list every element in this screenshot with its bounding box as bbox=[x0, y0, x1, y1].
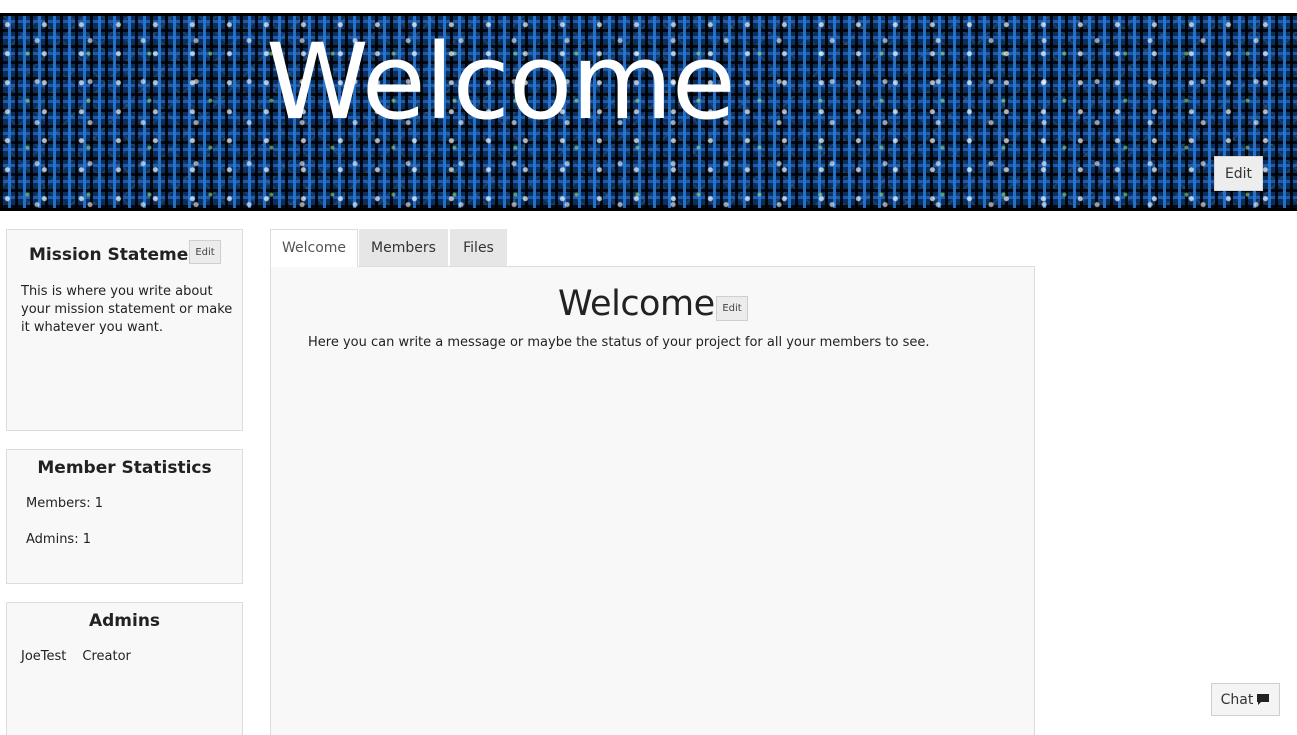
tab-members[interactable]: Members bbox=[359, 229, 448, 267]
header-banner: Welcome Edit bbox=[0, 13, 1297, 211]
mission-statement-text: This is where you write about your missi… bbox=[21, 284, 233, 335]
admin-list-item: JoeTest Creator bbox=[21, 648, 131, 666]
admins-count: Admins: 1 bbox=[26, 532, 91, 547]
tab-files[interactable]: Files bbox=[450, 229, 507, 267]
admins-panel: Admins JoeTest Creator bbox=[6, 602, 243, 735]
admin-name[interactable]: JoeTest bbox=[21, 648, 66, 666]
chat-label: Chat bbox=[1220, 691, 1254, 708]
chat-button[interactable]: Chat bbox=[1211, 683, 1280, 716]
members-count: Members: 1 bbox=[26, 496, 104, 511]
member-statistics-panel: Member Statistics Members: 1 Admins: 1 bbox=[6, 449, 243, 584]
mission-statement-title: Mission Statement bbox=[29, 245, 209, 265]
mission-edit-button[interactable]: Edit bbox=[189, 240, 221, 264]
welcome-title: Welcome bbox=[558, 284, 715, 324]
welcome-message: Here you can write a message or maybe th… bbox=[308, 335, 930, 350]
member-statistics-title: Member Statistics bbox=[37, 458, 212, 478]
admins-title: Admins bbox=[88, 611, 161, 631]
welcome-edit-button[interactable]: Edit bbox=[716, 296, 748, 321]
tab-welcome[interactable]: Welcome bbox=[270, 229, 358, 267]
banner-title: Welcome bbox=[266, 21, 736, 143]
banner-edit-button[interactable]: Edit bbox=[1214, 156, 1263, 191]
page: Welcome Edit Mission Statement Edit This… bbox=[0, 0, 1297, 735]
comment-icon bbox=[1257, 694, 1270, 705]
admin-role: Creator bbox=[82, 649, 131, 664]
welcome-content-panel: Welcome Edit Here you can write a messag… bbox=[270, 266, 1035, 735]
mission-statement-panel: Mission Statement Edit This is where you… bbox=[6, 229, 243, 431]
